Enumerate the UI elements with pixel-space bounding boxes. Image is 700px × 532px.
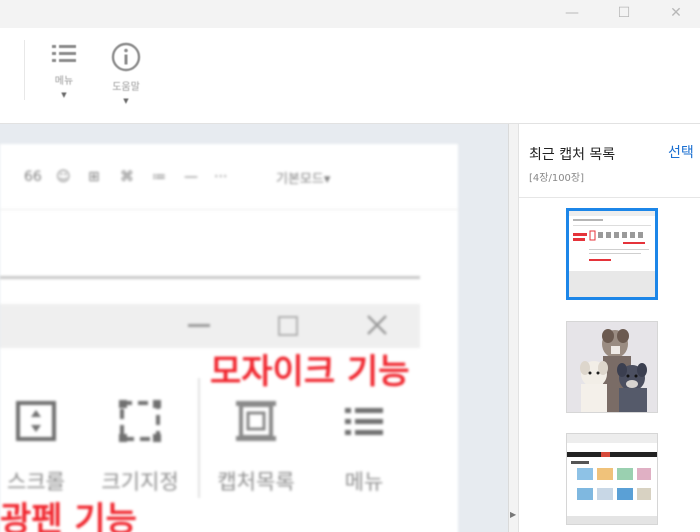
crop-frame-icon [119,400,161,442]
help-label: 도움말 [112,82,140,93]
panel-header: 최근 캡처 목록 [4장/100장] 선택 [519,124,700,198]
divider-line [0,276,420,279]
minimize-button[interactable]: — [548,2,596,24]
close-icon: ✕ [670,5,682,21]
inner-title-bar [0,304,420,348]
chevron-down-icon: ▼ [61,91,67,99]
inner-menu-button: 메뉴 [316,400,412,496]
mode-select: 기본모드▾ [276,171,331,187]
help-button[interactable]: 도움말 ▼ [104,42,148,118]
close-icon [367,315,387,335]
maximize-button[interactable]: ☐ [600,2,648,24]
scroll-icon [16,401,56,441]
minimize-icon [188,324,210,327]
table-icon: ⊞ [88,169,100,185]
chevron-right-icon: ▶ [510,510,517,519]
inner-menu-label: 메뉴 [344,470,384,494]
size-capture-button: 크기지정 [92,400,188,496]
app-window: — ☐ ✕ 메뉴 ▼ 도움말 ▼ 66 ☺ ⊞ ⌘ ≔ — ··· 기본모드▾ … [0,0,700,532]
thumbnail-image [567,322,657,412]
thumbnail-image [569,211,655,297]
editor-toolbar: 66 ☺ ⊞ ⌘ ≔ — ··· 기본모드▾ [0,144,458,210]
list-icon [52,45,76,62]
thumbnail-image [567,434,657,524]
highlighter-annotation: 광펜 기능 [0,500,137,532]
quote-icon: 66 [24,169,42,185]
menu-label: 메뉴 [54,76,74,87]
list-icon: ≔ [152,169,166,185]
maximize-icon: ☐ [617,5,631,21]
panel-collapse-handle[interactable]: ▶ [509,124,519,532]
capture-list-icon [236,401,276,441]
menu-button[interactable]: 메뉴 ▼ [42,42,86,118]
capture-thumbnail[interactable] [566,321,658,413]
minimize-icon: — [565,5,579,21]
title-bar: — ☐ ✕ [0,0,700,28]
capture-thumbnail[interactable] [566,208,658,300]
chevron-down-icon: ▼ [123,97,129,105]
list-icon [345,408,383,435]
main-toolbar: 메뉴 ▼ 도움말 ▼ [0,28,700,124]
select-button[interactable]: 선택 [668,142,694,162]
capture-canvas[interactable]: 66 ☺ ⊞ ⌘ ≔ — ··· 기본모드▾ 스크롤 크기지정 캡처목록 메뉴 … [0,124,508,532]
maximize-icon [278,316,298,336]
more-icon: ··· [214,169,228,185]
capture-list-label: 캡처목록 [217,470,295,494]
capture-list-button: 캡처목록 [208,400,304,496]
scroll-capture-button: 스크롤 [0,400,84,496]
panel-title: 최근 캡처 목록 [529,147,616,163]
mosaic-annotation: 모자이크 기능 [210,352,410,392]
capture-thumbnail[interactable] [566,433,658,525]
captured-document: 66 ☺ ⊞ ⌘ ≔ — ··· 기본모드▾ 스크롤 크기지정 캡처목록 메뉴 [0,144,458,532]
capture-count: [4장/100장] [529,173,585,184]
recent-captures-panel: ▶ 최근 캡처 목록 [4장/100장] 선택 [508,124,700,532]
toolbar-divider [24,40,25,100]
inner-divider [198,378,200,498]
link-icon: ⌘ [120,169,134,185]
close-button[interactable]: ✕ [652,2,700,24]
emoji-icon: ☺ [56,169,71,185]
divider-icon: — [184,169,198,185]
info-icon [111,42,141,72]
